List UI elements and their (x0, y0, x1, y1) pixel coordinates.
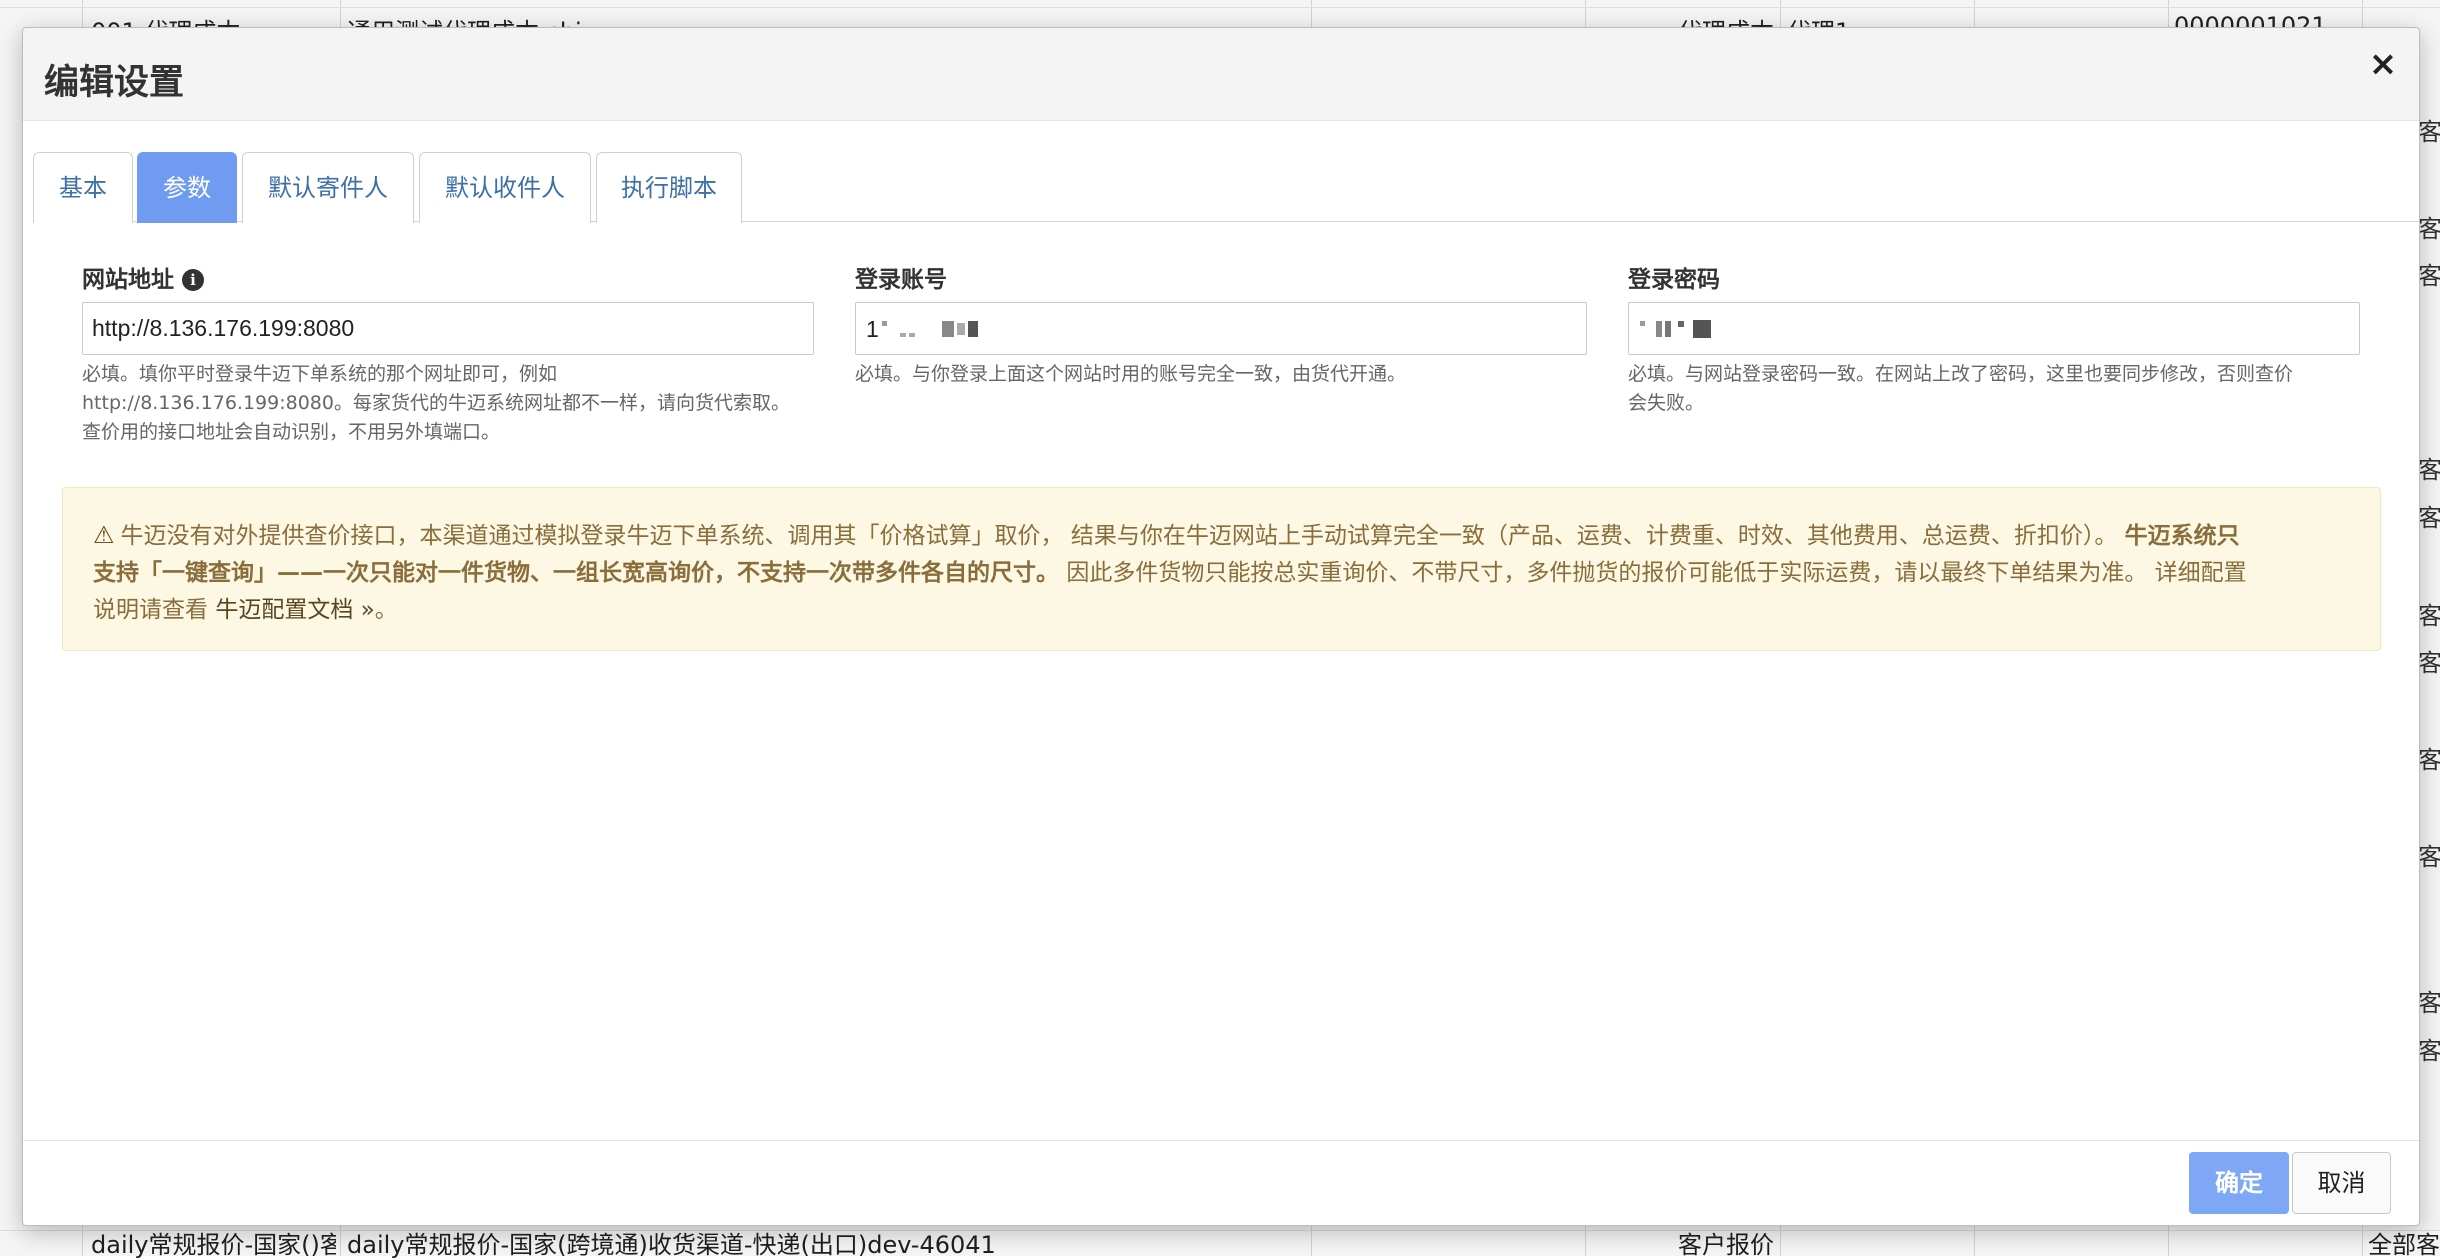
tab-basic[interactable]: 基本 (33, 152, 133, 223)
pixelated-mask (881, 320, 887, 326)
modal-header: 编辑设置 × (23, 28, 2419, 121)
pixelated-mask (1678, 321, 1684, 327)
help-line: 必填。与网站登录密码一致。在网站上改了密码，这里也要同步修改，否则查价 (1628, 363, 2294, 385)
edit-settings-modal: 编辑设置 × 基本 参数 默认寄件人 默认收件人 执行脚本 网站地址 i 必填。填… (22, 27, 2420, 1226)
pixelated-mask (956, 323, 965, 335)
help-line: http://8.136.176.199:8080。每家货代的牛迈系统网址都不一… (82, 392, 790, 414)
close-icon[interactable]: × (2365, 46, 2401, 82)
pixelated-mask (899, 333, 906, 337)
help-line: 必填。填你平时登录牛迈下单系统的那个网址即可，例如 (82, 363, 558, 385)
pixelated-mask (1640, 320, 1645, 326)
account-help-text: 必填。与你登录上面这个网站时用的账号完全一致，由货代开通。 (855, 363, 1407, 385)
tab-default-receiver[interactable]: 默认收件人 (419, 152, 591, 223)
pixelated-mask (941, 321, 954, 337)
help-line: 会失败。 (1628, 392, 1705, 414)
tab-default-sender[interactable]: 默认寄件人 (242, 152, 414, 223)
account-masked-value: 1 (866, 315, 978, 343)
modal-title: 编辑设置 (44, 63, 185, 103)
alert-text: 牛迈没有对外提供查价接口，本渠道通过模拟登录牛迈下单系统、调用其「价格试算」取价… (120, 523, 2118, 549)
alert-text: 说明请查看 (93, 597, 216, 623)
modal-footer: 确定 取消 (23, 1140, 2419, 1225)
info-icon[interactable]: i (182, 269, 204, 291)
tab-exec-script[interactable]: 执行脚本 (596, 152, 742, 223)
website-url-input[interactable] (82, 302, 814, 355)
website-field-label: 网站地址 i (82, 260, 204, 294)
pixelated-mask (1693, 320, 1711, 338)
confirm-button[interactable]: 确定 (2189, 1152, 2289, 1214)
website-label-text: 网站地址 (82, 267, 174, 293)
warning-alert: ⚠ 牛迈没有对外提供查价接口，本渠道通过模拟登录牛迈下单系统、调用其「价格试算」取… (62, 487, 2381, 651)
help-line: 查价用的接口地址会自动识别，不用另外填端口。 (82, 421, 501, 443)
cancel-button[interactable]: 取消 (2292, 1152, 2391, 1214)
pixelated-mask (908, 333, 915, 337)
password-help-text: 必填。与网站登录密码一致。在网站上改了密码，这里也要同步修改，否则查价 会失败。 (1628, 360, 2360, 418)
password-masked-value (1640, 315, 1711, 343)
password-field-label: 登录密码 (1628, 267, 1720, 293)
alert-text: 。 (374, 597, 398, 623)
tab-bar: 基本 参数 默认寄件人 默认收件人 执行脚本 (33, 152, 2419, 223)
account-value-prefix: 1 (866, 315, 879, 342)
config-doc-link[interactable]: 牛迈配置文档 » (215, 597, 374, 623)
account-field-label: 登录账号 (855, 267, 947, 293)
password-input[interactable] (1628, 302, 2360, 355)
website-help-text: 必填。填你平时登录牛迈下单系统的那个网址即可，例如 http://8.136.1… (82, 360, 814, 447)
alert-bold-text: 支持「一键查询」——一次只能对一件货物、一组长宽高询价，不支持一次带多件各自的尺… (93, 560, 1059, 586)
tab-params[interactable]: 参数 (137, 152, 237, 223)
pixelated-mask (1665, 321, 1671, 337)
warning-icon: ⚠ (93, 521, 115, 549)
alert-bold-text: 牛迈系统只 (2124, 523, 2240, 549)
alert-text: 因此多件货物只能按总实重询价、不带尺寸，多件抛货的报价可能低于实际运费，请以最终… (1066, 560, 2247, 586)
pixelated-mask (967, 321, 978, 337)
pixelated-mask (1656, 321, 1662, 337)
